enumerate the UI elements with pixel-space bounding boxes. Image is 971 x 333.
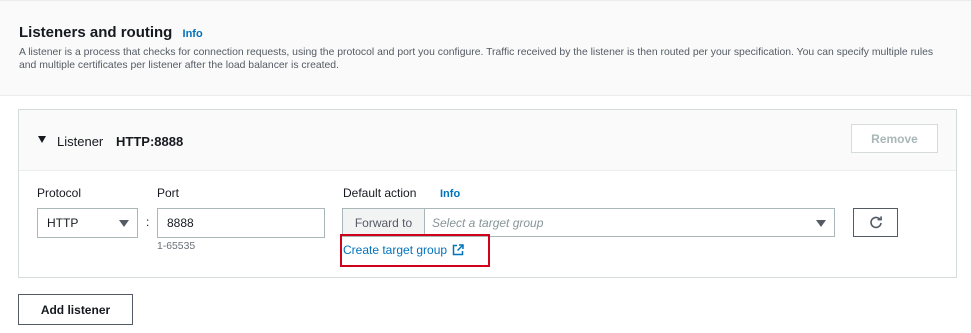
create-target-group-text: Create target group [343, 243, 448, 257]
add-listener-button[interactable]: Add listener [18, 294, 133, 325]
port-label: Port [157, 186, 180, 200]
listener-card-header[interactable]: Listener HTTP:8888 Remove [19, 110, 956, 171]
protocol-value: HTTP [47, 216, 79, 230]
port-separator: : [146, 215, 150, 229]
external-link-icon [452, 244, 464, 256]
section-info-link[interactable]: Info [183, 28, 203, 40]
listener-value: HTTP:8888 [116, 134, 184, 149]
default-action-label: Default action [343, 186, 417, 200]
section-description: A listener is a process that checks for … [19, 47, 934, 71]
create-target-group-link[interactable]: Create target group [343, 243, 464, 257]
refresh-icon [869, 215, 882, 228]
forward-to-addon: Forward to [342, 208, 424, 237]
remove-button[interactable]: Remove [851, 124, 938, 153]
target-group-placeholder: Select a target group [432, 215, 544, 230]
section-title-text: Listeners and routing [19, 24, 173, 41]
port-hint: 1-65535 [157, 241, 196, 252]
protocol-label: Protocol [37, 186, 82, 200]
section-title: Listeners and routing Info [19, 24, 203, 41]
target-group-select[interactable]: Select a target group [424, 208, 835, 237]
port-input[interactable]: 8888 [157, 208, 325, 238]
default-action-info-link[interactable]: Info [440, 188, 460, 200]
port-value: 8888 [167, 216, 194, 230]
chevron-down-icon [816, 220, 826, 227]
caret-down-icon[interactable] [38, 136, 46, 143]
refresh-button[interactable] [853, 208, 898, 237]
section-header: Listeners and routing Info A listener is… [0, 0, 971, 96]
listener-label: Listener [57, 134, 104, 149]
protocol-select[interactable]: HTTP [37, 208, 138, 238]
chevron-down-icon [119, 220, 129, 227]
